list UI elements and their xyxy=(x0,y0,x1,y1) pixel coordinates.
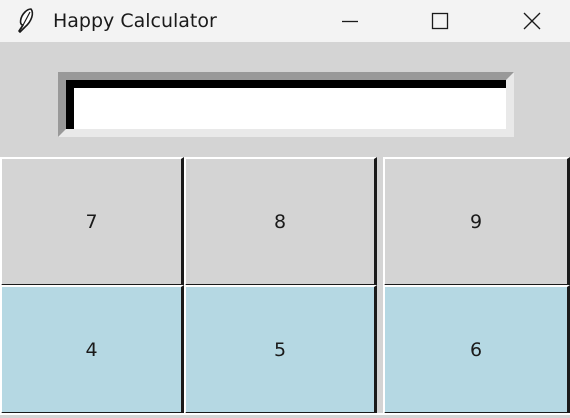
maximize-icon xyxy=(431,12,449,30)
calculator-body: 7 8 9 4 5 6 xyxy=(0,52,570,418)
display-frame xyxy=(58,72,514,137)
display-well xyxy=(66,80,506,129)
digit-5-label: 5 xyxy=(273,338,287,361)
digit-8-label: 8 xyxy=(273,210,287,233)
digit-9-button[interactable]: 9 xyxy=(383,157,570,287)
digit-9-label: 9 xyxy=(469,210,483,233)
title-bar: Happy Calculator xyxy=(0,0,570,42)
display-input[interactable] xyxy=(74,88,506,129)
digit-7-button[interactable]: 7 xyxy=(0,157,184,287)
minimize-icon xyxy=(342,20,358,23)
maximize-button[interactable] xyxy=(417,0,463,42)
feather-icon xyxy=(18,8,34,33)
digit-5-button[interactable]: 5 xyxy=(184,285,377,415)
digit-6-button[interactable]: 6 xyxy=(383,285,570,415)
close-button[interactable] xyxy=(509,0,555,42)
digit-6-label: 6 xyxy=(469,338,483,361)
digit-4-label: 4 xyxy=(85,338,98,361)
minimize-button[interactable] xyxy=(327,0,373,42)
close-icon xyxy=(523,12,541,30)
next-row-edge xyxy=(0,413,570,418)
digit-4-button[interactable]: 4 xyxy=(0,285,184,415)
digit-7-label: 7 xyxy=(85,210,98,233)
digit-8-button[interactable]: 8 xyxy=(184,157,377,287)
window-title: Happy Calculator xyxy=(53,10,217,32)
